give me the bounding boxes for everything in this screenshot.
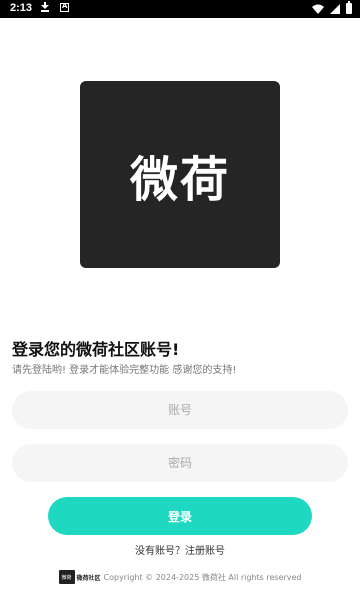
- footer-logo-text: 微荷社区: [76, 574, 101, 582]
- image-icon: [60, 2, 69, 12]
- account-input[interactable]: [12, 391, 348, 429]
- status-time: 2:13: [10, 2, 33, 14]
- logo-text: 微荷: [129, 151, 230, 208]
- copyright-text: Copyright © 2024-2025 微荷社 All rights res…: [103, 572, 302, 582]
- app-logo: 微荷: [80, 81, 280, 268]
- register-link[interactable]: 没有账号？注册账号: [0, 542, 360, 557]
- wifi-icon: [312, 4, 324, 14]
- login-button[interactable]: 登录: [48, 497, 312, 535]
- status-bar: 2:13: [0, 0, 360, 18]
- page-subtitle: 请先登陆哟! 登录才能体验完整功能 感谢您的支持!: [12, 365, 237, 376]
- footer: 微荷 微荷社区 Copyright © 2024-2025 微荷社 All ri…: [0, 570, 360, 584]
- download-icon: [40, 2, 50, 12]
- footer-logo-badge: 微荷: [58, 570, 75, 584]
- page-title: 登录您的微荷社区账号!: [12, 340, 180, 359]
- status-right-icons: [312, 1, 352, 14]
- signal-icon: [330, 3, 340, 14]
- password-input[interactable]: [12, 444, 348, 482]
- status-left-icons: [40, 2, 69, 12]
- footer-logo: 微荷 微荷社区: [58, 570, 101, 584]
- battery-icon: [346, 1, 352, 14]
